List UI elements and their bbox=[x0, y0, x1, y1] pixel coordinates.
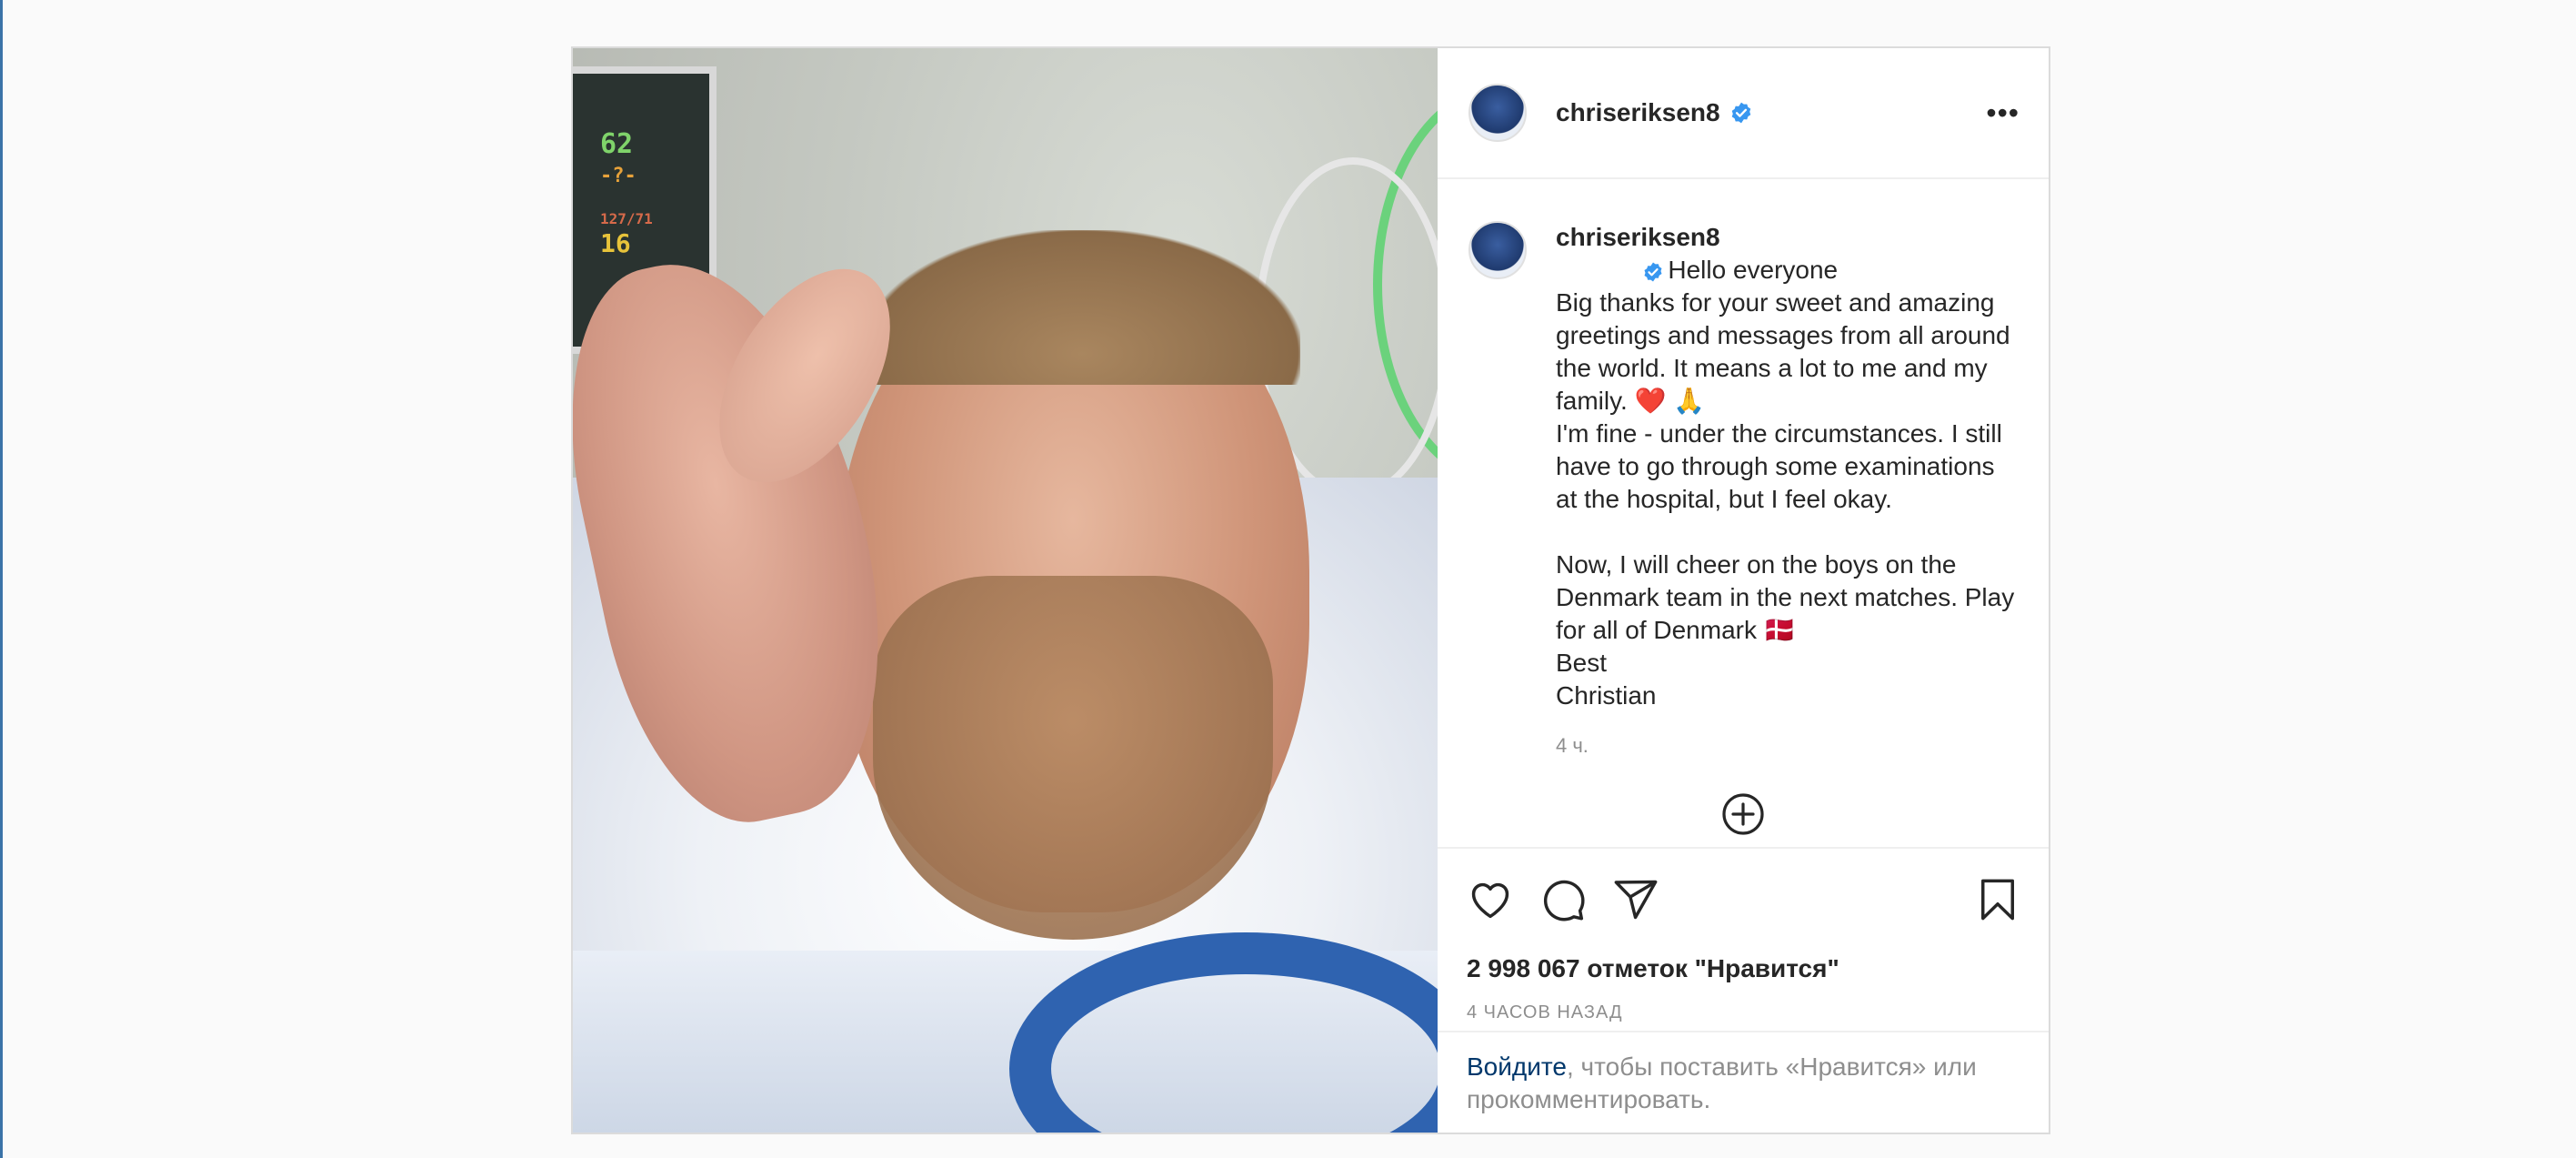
post-header: chriseriksen8 ••• bbox=[1438, 48, 2049, 179]
caption-text-line: Hello everyone bbox=[1668, 256, 1839, 284]
post-photo[interactable]: 62 -?- 127/71 16 bbox=[573, 48, 1438, 1133]
caption-text-line: Big thanks for your sweet and amazing gr… bbox=[1556, 288, 2018, 415]
likes-count[interactable]: 2 998 067 отметок "Нравится" bbox=[1438, 951, 2049, 987]
avatar[interactable] bbox=[1468, 221, 1527, 279]
monitor-value: 62 bbox=[600, 128, 634, 160]
action-bar bbox=[1438, 847, 2049, 951]
verified-badge-icon bbox=[1731, 102, 1750, 124]
post-timestamp[interactable]: 4 ЧАСОВ НАЗАД bbox=[1438, 987, 2049, 1031]
caption: chriseriksen8 Hello everyone Big thanks … bbox=[1556, 221, 2020, 712]
beard bbox=[873, 576, 1273, 940]
avatar[interactable] bbox=[1468, 84, 1527, 142]
caption-row: chriseriksen8 Hello everyone Big thanks … bbox=[1468, 221, 2020, 712]
caption-line-0: chriseriksen8 Hello everyone bbox=[1556, 221, 2020, 287]
caption-timestamp[interactable]: 4 ч. bbox=[1556, 734, 2020, 758]
caption-username[interactable]: chriseriksen8 bbox=[1556, 223, 1720, 251]
verified-badge-icon bbox=[1644, 262, 1662, 282]
login-prompt: Войдите, чтобы поставить «Нравится» или … bbox=[1438, 1031, 2049, 1133]
monitor-value: -?- bbox=[600, 165, 636, 187]
caption-area: chriseriksen8 Hello everyone Big thanks … bbox=[1438, 179, 2049, 847]
bookmark-icon[interactable] bbox=[1974, 876, 2021, 923]
post-sidebar: chriseriksen8 ••• chriseriksen8 Hello ev… bbox=[1438, 48, 2049, 1133]
heart-icon[interactable] bbox=[1467, 876, 1514, 923]
window-edge bbox=[0, 0, 3, 1158]
monitor-value: 127/71 bbox=[600, 210, 653, 227]
hair bbox=[864, 230, 1300, 385]
caption-text-line: Now, I will cheer on the boys on the Den… bbox=[1556, 550, 2021, 644]
author-username[interactable]: chriseriksen8 bbox=[1556, 98, 1720, 127]
comment-icon[interactable] bbox=[1539, 876, 1587, 923]
caption-text-line: Best bbox=[1556, 649, 1608, 677]
caption-text-line: I'm fine - under the circumstances. I st… bbox=[1556, 419, 2010, 513]
more-options-icon[interactable]: ••• bbox=[1986, 98, 2020, 127]
paper-plane-icon[interactable] bbox=[1612, 876, 1659, 923]
caption-text-line: Christian bbox=[1556, 681, 1657, 710]
login-link[interactable]: Войдите bbox=[1467, 1052, 1567, 1081]
monitor-value: 16 bbox=[600, 228, 631, 258]
caption-text-line bbox=[1556, 516, 2020, 549]
plus-circle-icon[interactable] bbox=[1721, 792, 1765, 836]
instagram-post: 62 -?- 127/71 16 chriseriksen8 ••• chris… bbox=[571, 46, 2050, 1134]
